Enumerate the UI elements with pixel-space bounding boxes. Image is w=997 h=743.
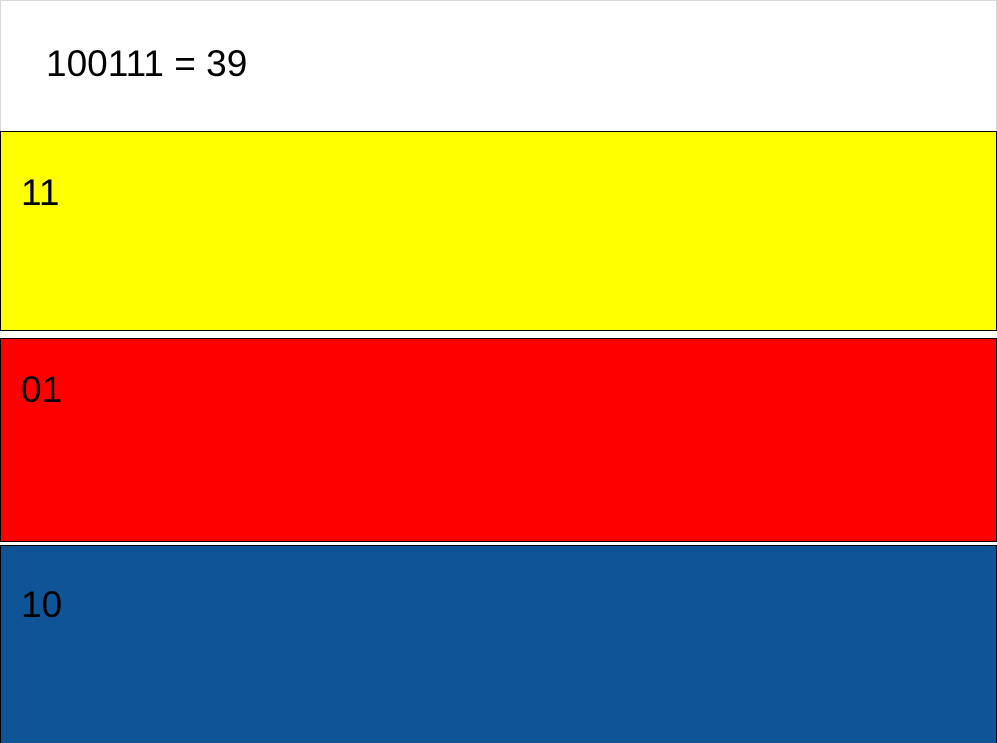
header-box: 100111 = 39 — [0, 0, 997, 131]
band-label-yellow: 11 — [21, 172, 60, 213]
yellow-band: 11 — [0, 131, 997, 331]
slide-canvas: 100111 = 39 11 01 10 — [0, 0, 997, 743]
band-label-blue: 10 — [21, 584, 63, 625]
band-label-red: 01 — [21, 369, 63, 410]
blue-band: 10 — [0, 545, 997, 743]
red-band: 01 — [0, 338, 997, 542]
binary-equation: 100111 = 39 — [46, 43, 248, 84]
